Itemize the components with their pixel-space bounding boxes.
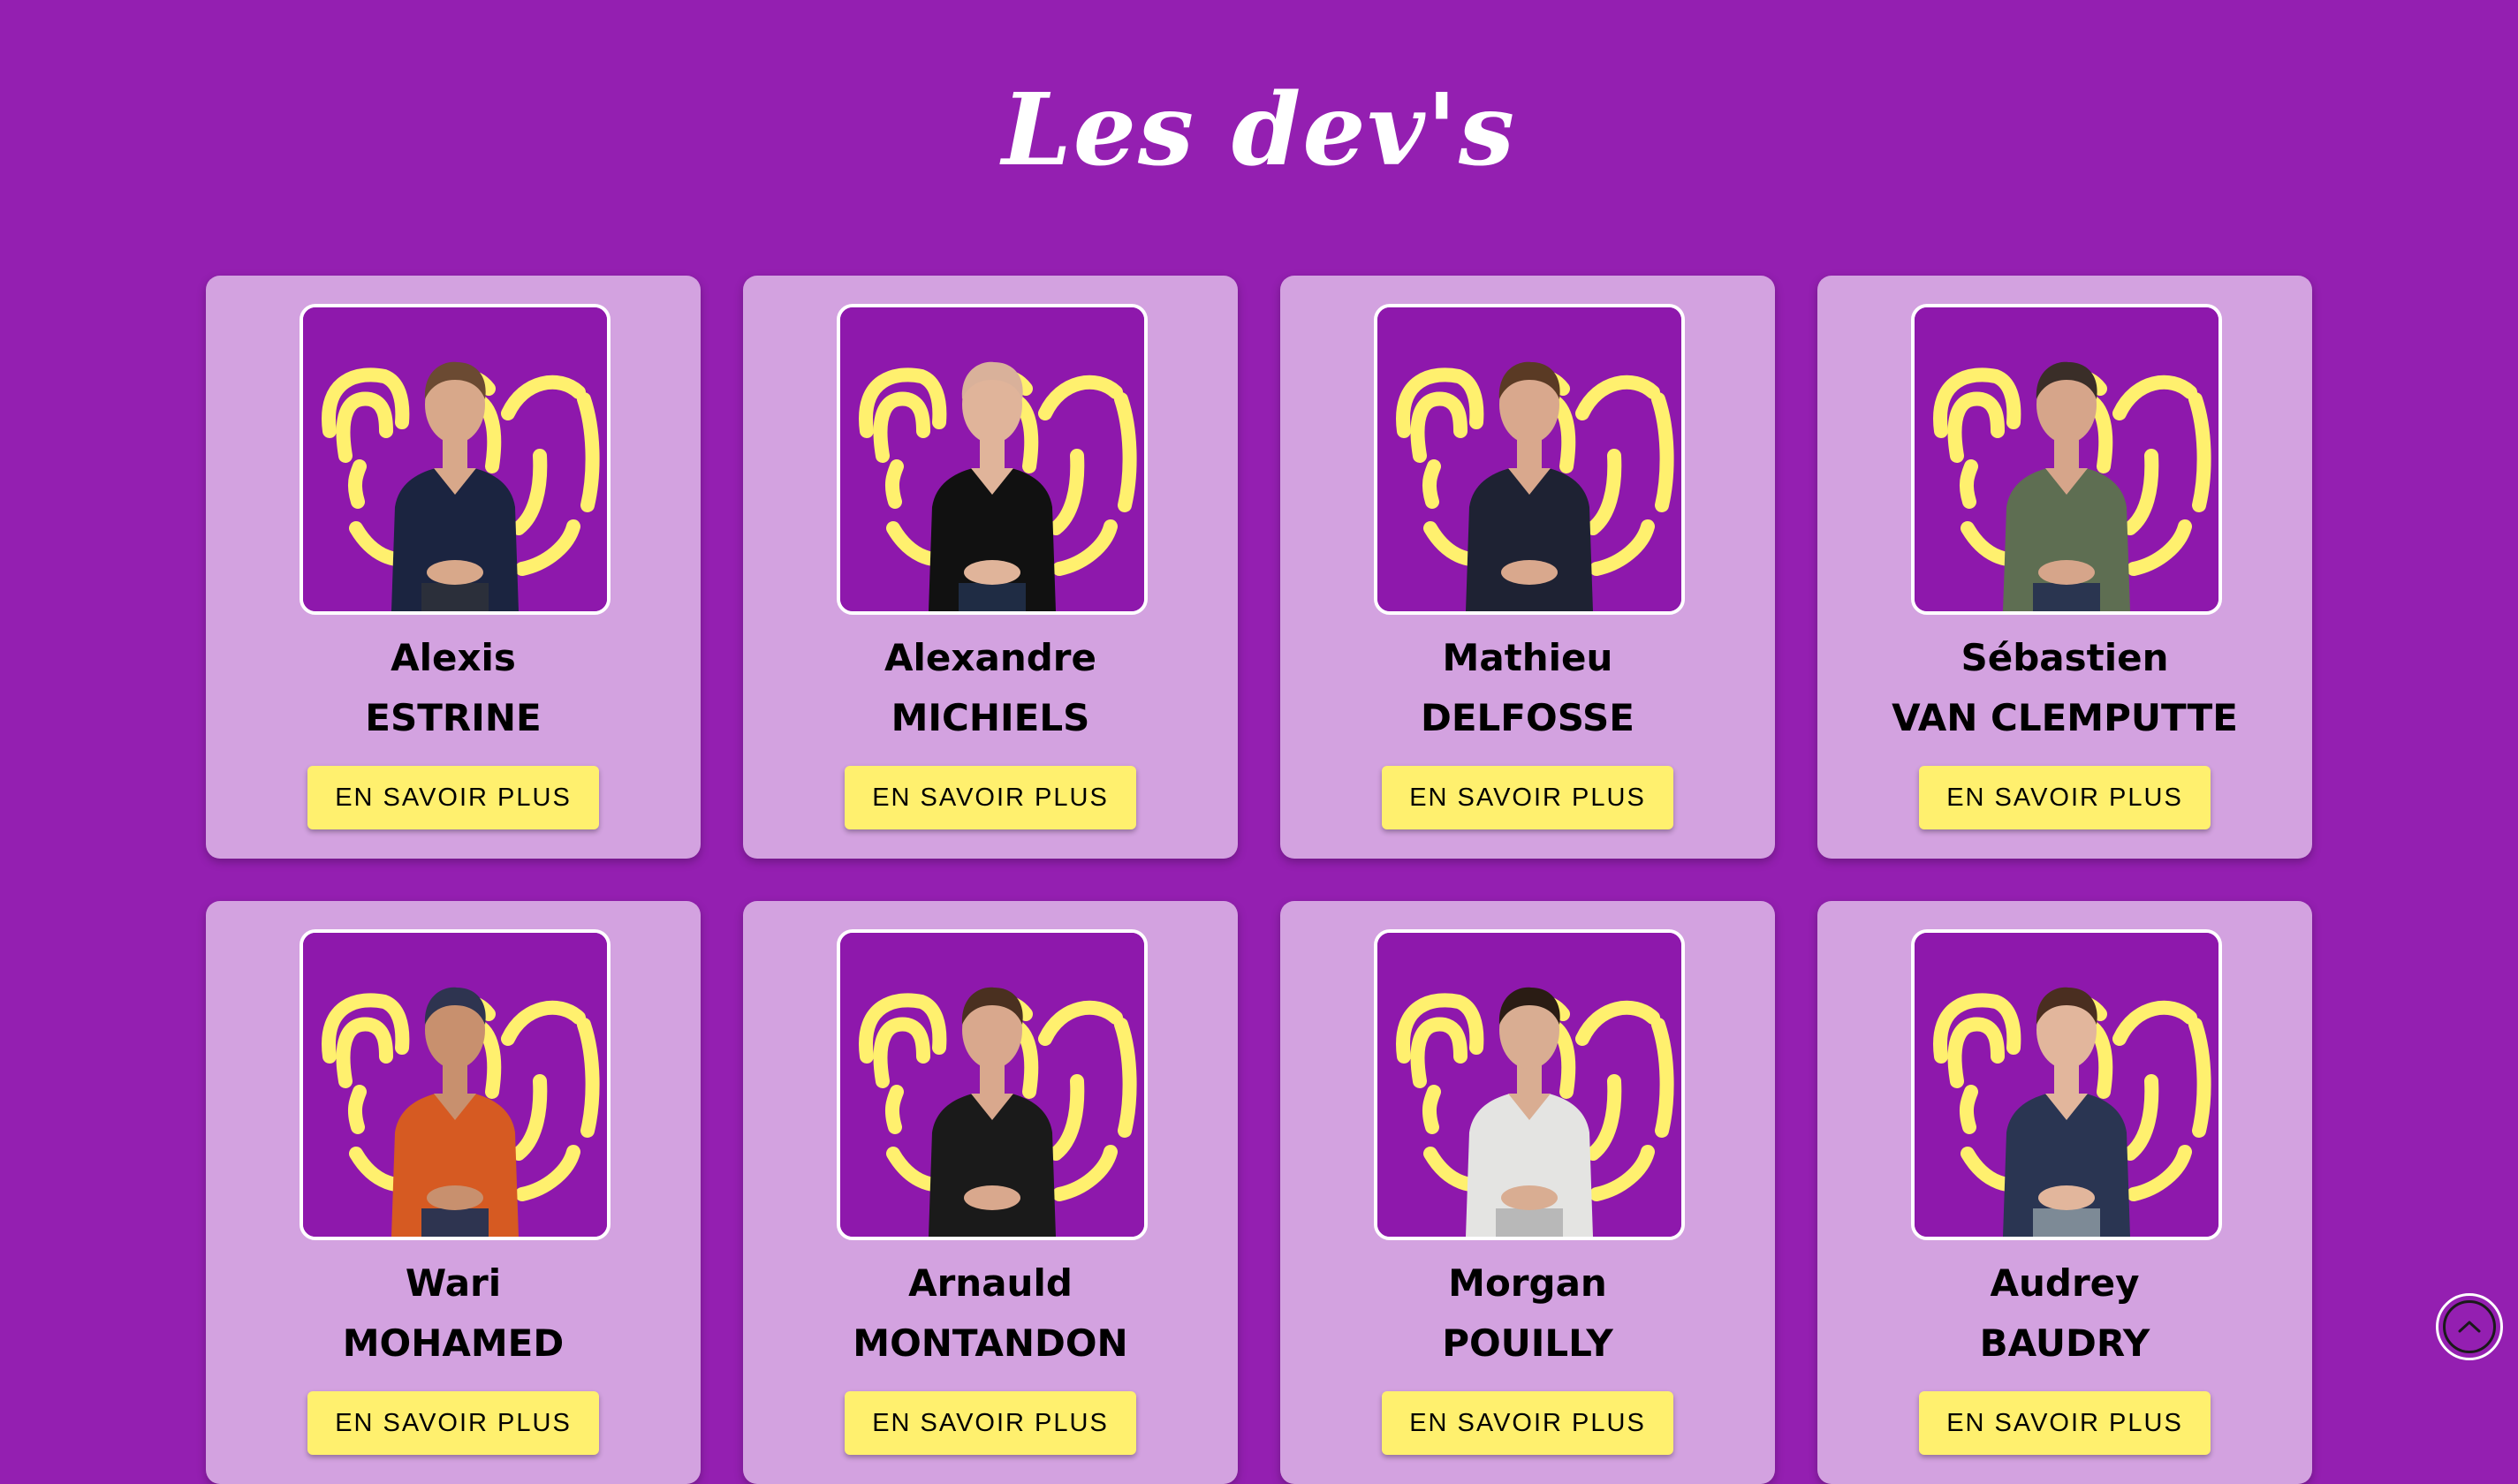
developer-photo [1374, 304, 1685, 615]
person-photo [840, 307, 1144, 611]
developer-last-name: BAUDRY [1979, 1321, 2150, 1365]
developer-last-name: MOHAMED [342, 1321, 565, 1365]
chevron-up-icon [2443, 1300, 2496, 1353]
developer-first-name: Audrey [1990, 1261, 2140, 1305]
developer-last-name: DELFOSSE [1420, 696, 1634, 739]
learn-more-button[interactable]: EN SAVOIR PLUS [1919, 1391, 2211, 1455]
developer-first-name: Morgan [1448, 1261, 1607, 1305]
developer-first-name: Mathieu [1442, 636, 1613, 679]
developer-last-name: MICHIELS [891, 696, 1090, 739]
developer-card: Alexis ESTRINE EN SAVOIR PLUS [206, 276, 701, 859]
developer-card: Audrey BAUDRY EN SAVOIR PLUS [1817, 901, 2312, 1484]
scroll-to-top-button[interactable] [2436, 1293, 2503, 1360]
developer-card: Sébastien VAN CLEMPUTTE EN SAVOIR PLUS [1817, 276, 2312, 859]
developer-first-name: Arnauld [908, 1261, 1073, 1305]
developer-photo [300, 929, 611, 1240]
learn-more-button[interactable]: EN SAVOIR PLUS [845, 1391, 1136, 1455]
developer-last-name: ESTRINE [365, 696, 542, 739]
learn-more-button[interactable]: EN SAVOIR PLUS [1382, 766, 1673, 829]
developer-photo [1911, 929, 2222, 1240]
developer-first-name: Wari [405, 1261, 502, 1305]
person-photo [1377, 307, 1681, 611]
developer-card: Alexandre MICHIELS EN SAVOIR PLUS [743, 276, 1238, 859]
developer-last-name: POUILLY [1442, 1321, 1613, 1365]
developer-photo [1911, 304, 2222, 615]
learn-more-button[interactable]: EN SAVOIR PLUS [307, 1391, 599, 1455]
developer-first-name: Alexandre [884, 636, 1096, 679]
page-title: Les dev's [1001, 72, 1517, 188]
developer-first-name: Alexis [391, 636, 516, 679]
developer-card: Morgan POUILLY EN SAVOIR PLUS [1280, 901, 1775, 1484]
developer-grid: Alexis ESTRINE EN SAVOIR PLUS Alexandre … [206, 276, 2312, 1484]
developer-photo [837, 929, 1148, 1240]
developer-card: Wari MOHAMED EN SAVOIR PLUS [206, 901, 701, 1484]
learn-more-button[interactable]: EN SAVOIR PLUS [307, 766, 599, 829]
developer-first-name: Sébastien [1961, 636, 2169, 679]
person-photo [303, 933, 607, 1237]
person-photo [1915, 307, 2218, 611]
learn-more-button[interactable]: EN SAVOIR PLUS [845, 766, 1136, 829]
developer-last-name: MONTANDON [853, 1321, 1128, 1365]
person-photo [1915, 933, 2218, 1237]
developer-card: Arnauld MONTANDON EN SAVOIR PLUS [743, 901, 1238, 1484]
learn-more-button[interactable]: EN SAVOIR PLUS [1382, 1391, 1673, 1455]
developer-photo [300, 304, 611, 615]
developer-photo [1374, 929, 1685, 1240]
developer-photo [837, 304, 1148, 615]
person-photo [303, 307, 607, 611]
developer-last-name: VAN CLEMPUTTE [1892, 696, 2238, 739]
person-photo [1377, 933, 1681, 1237]
developer-card: Mathieu DELFOSSE EN SAVOIR PLUS [1280, 276, 1775, 859]
person-photo [840, 933, 1144, 1237]
learn-more-button[interactable]: EN SAVOIR PLUS [1919, 766, 2211, 829]
